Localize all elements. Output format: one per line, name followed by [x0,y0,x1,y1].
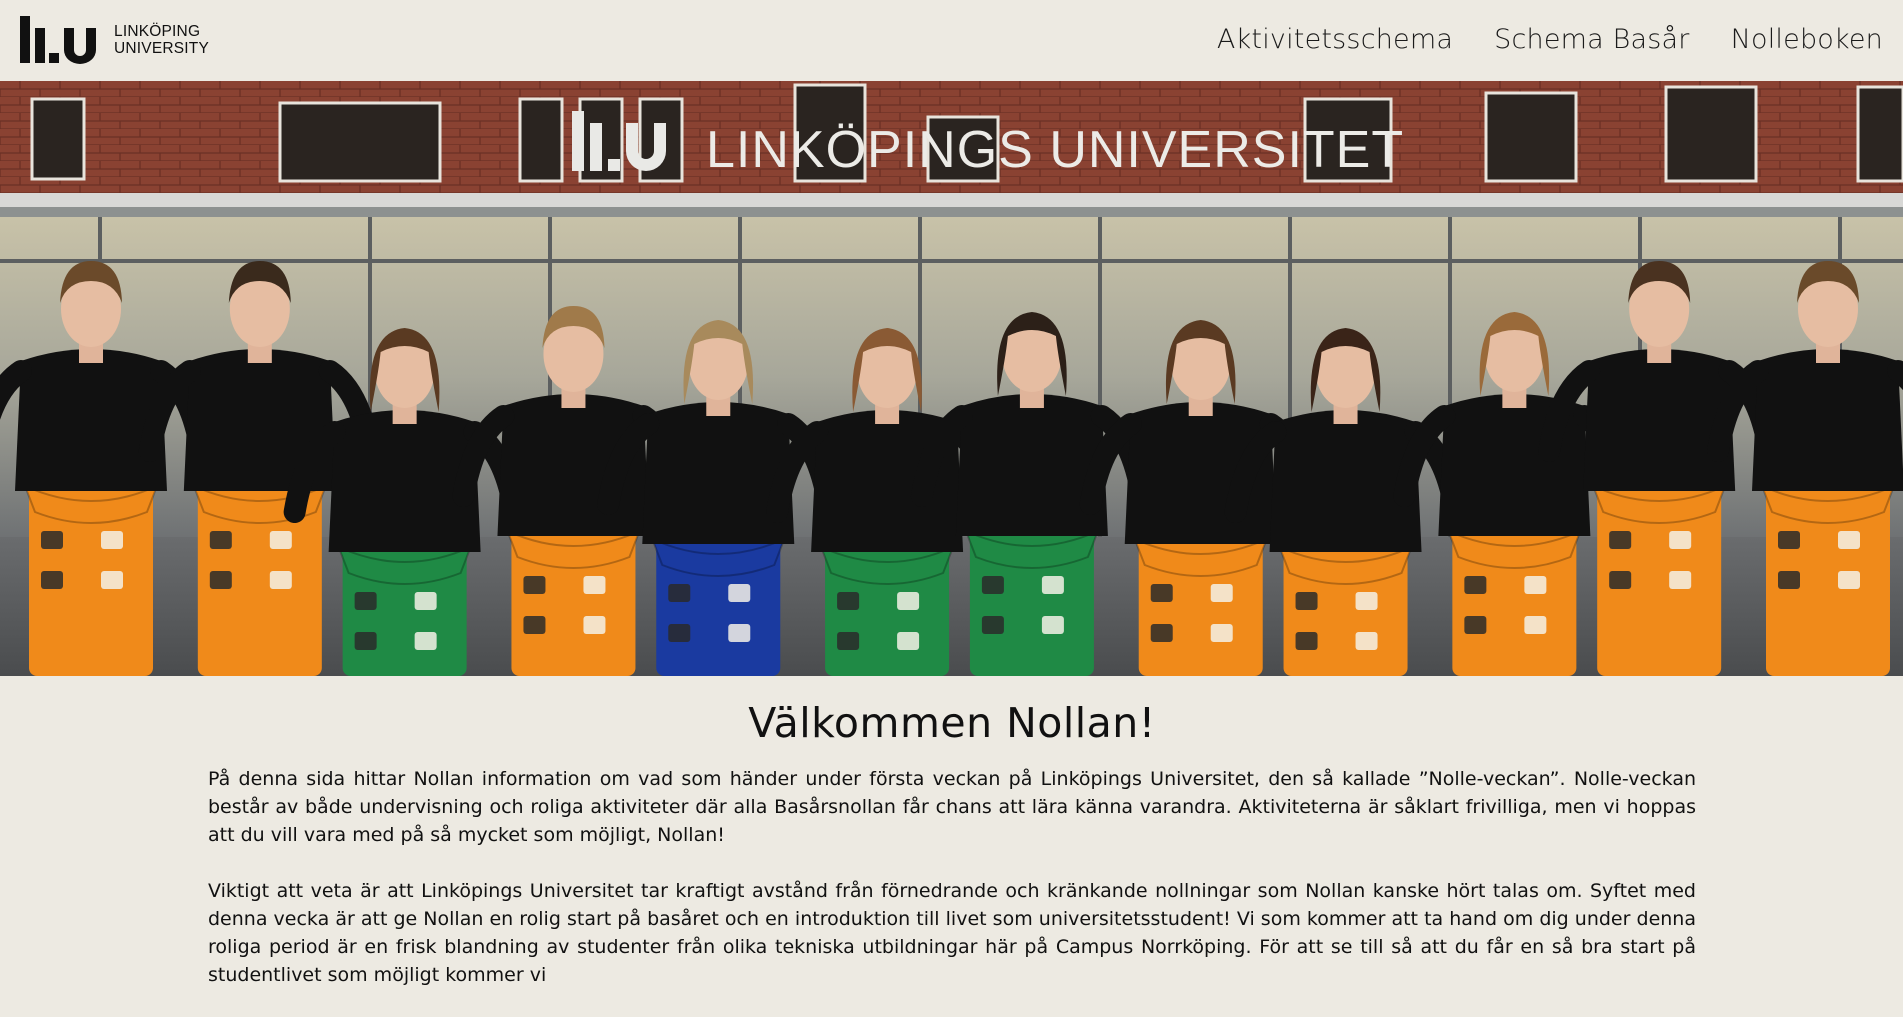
logo-wordmark: LINKÖPING UNIVERSITY [114,23,209,57]
canopy [0,193,1903,207]
t-shirt [1583,349,1736,491]
t-shirt [15,349,167,491]
page-title: Välkommen Nollan! [748,699,1156,747]
liu-logo-mark [20,16,96,64]
sign-text: LINKÖPINGS UNIVERSITET [706,121,1404,179]
logo-line-1: LINKÖPING [114,23,201,40]
main-nav: Aktivitetsschema Schema Basår Nolleboken [1217,24,1883,55]
hero-photo: LINKÖPINGS UNIVERSITET [0,81,1903,676]
nav-link-nolleboken[interactable]: Nolleboken [1731,24,1883,55]
intro-paragraph: På denna sida hittar Nollan information … [208,768,1696,846]
t-shirt [1752,349,1903,491]
nav-link-schema-basar[interactable]: Schema Basår [1494,24,1689,55]
liu-logo[interactable]: LINKÖPING UNIVERSITY [20,16,209,64]
site-header: LINKÖPING UNIVERSITY Aktivitetsschema Sc… [0,0,1903,81]
logo-line-2: UNIVERSITY [114,40,210,57]
hero-image: LINKÖPINGS UNIVERSITET [0,81,1903,676]
nav-link-aktivitetsschema[interactable]: Aktivitetsschema [1217,24,1453,55]
t-shirt [642,402,795,544]
info-paragraph: Viktigt att veta är att Linköpings Unive… [208,880,1696,986]
main-content: Välkommen Nollan! På denna sida hittar N… [208,676,1696,1017]
t-shirt [955,394,1108,536]
